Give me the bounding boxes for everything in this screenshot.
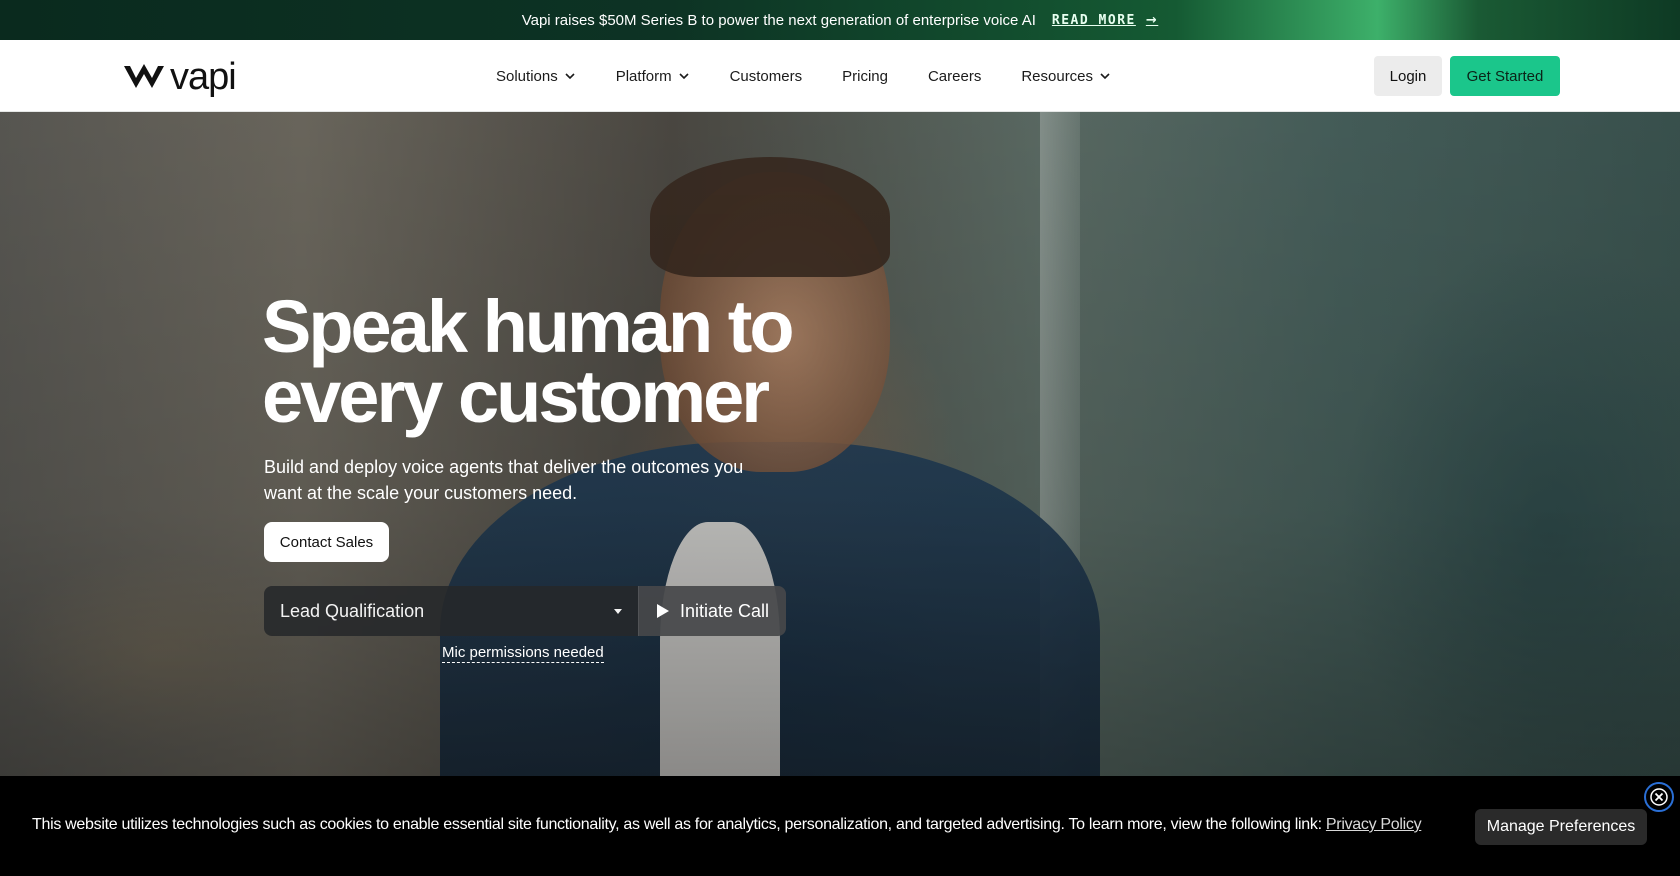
privacy-policy-link[interactable]: Privacy Policy: [1326, 816, 1422, 833]
nav-item-label: Customers: [729, 67, 803, 85]
chevron-down-icon: [1100, 73, 1110, 80]
hero-subtitle: Build and deploy voice agents that deliv…: [264, 457, 744, 503]
contact-sales-button[interactable]: Contact Sales: [264, 522, 389, 562]
read-more-label: READ MORE: [1051, 12, 1136, 28]
nav-item-pricing[interactable]: Pricing: [842, 68, 888, 85]
announcement-bar: Vapi raises $50M Series B to power the n…: [0, 0, 1680, 40]
manage-preferences-button[interactable]: Manage Preferences: [1475, 809, 1647, 845]
top-navigation: vapi Solutions Platform Customers Pricin…: [0, 40, 1680, 112]
chevron-down-icon: [679, 73, 689, 80]
nav-item-label: Pricing: [842, 67, 888, 85]
cookie-banner: This website utilizes technologies such …: [0, 776, 1680, 876]
play-icon: [656, 604, 669, 618]
announcement-text: Vapi raises $50M Series B to power the n…: [521, 11, 1036, 29]
nav-item-label: Solutions: [496, 67, 558, 85]
call-widget: Lead Qualification Initiate Call: [264, 586, 786, 636]
close-icon[interactable]: [1644, 782, 1674, 812]
chevron-down-icon: [565, 73, 575, 80]
nav-item-label: Careers: [927, 67, 982, 85]
use-case-select[interactable]: Lead Qualification: [264, 586, 638, 636]
initiate-call-label: Initiate Call: [679, 600, 770, 621]
mic-permissions-link[interactable]: Mic permissions needed: [442, 644, 604, 663]
hero-title: Speak human to every customer: [262, 290, 822, 434]
nav-item-platform[interactable]: Platform: [616, 68, 690, 85]
nav-item-solutions[interactable]: Solutions: [496, 68, 576, 85]
arrow-right-icon: →: [1145, 12, 1159, 28]
get-started-button[interactable]: Get Started: [1450, 56, 1560, 96]
nav-item-customers[interactable]: Customers: [730, 68, 803, 85]
login-button[interactable]: Login: [1374, 56, 1442, 96]
logo-text: vapi: [170, 56, 237, 98]
nav-item-label: Resources: [1021, 67, 1094, 85]
nav-item-label: Platform: [615, 67, 672, 85]
hero-title-line-2: every customer: [262, 355, 770, 438]
use-case-select-value: Lead Qualification: [280, 600, 425, 621]
nav-item-careers[interactable]: Careers: [928, 68, 981, 85]
nav-links: Solutions Platform Customers Pricing Car…: [496, 40, 1151, 112]
read-more-link[interactable]: READ MORE →: [1052, 13, 1158, 28]
cookie-message: This website utilizes technologies such …: [32, 816, 1322, 833]
cookie-text: This website utilizes technologies such …: [32, 816, 1422, 834]
logo[interactable]: vapi: [122, 56, 237, 98]
hero-overlay: [0, 112, 1680, 776]
caret-down-icon: [614, 608, 622, 614]
vapi-logo-icon: [124, 64, 164, 88]
initiate-call-button[interactable]: Initiate Call: [638, 586, 786, 636]
hero-section: Speak human to every customer Build and …: [0, 112, 1680, 776]
nav-item-resources[interactable]: Resources: [1021, 68, 1111, 85]
